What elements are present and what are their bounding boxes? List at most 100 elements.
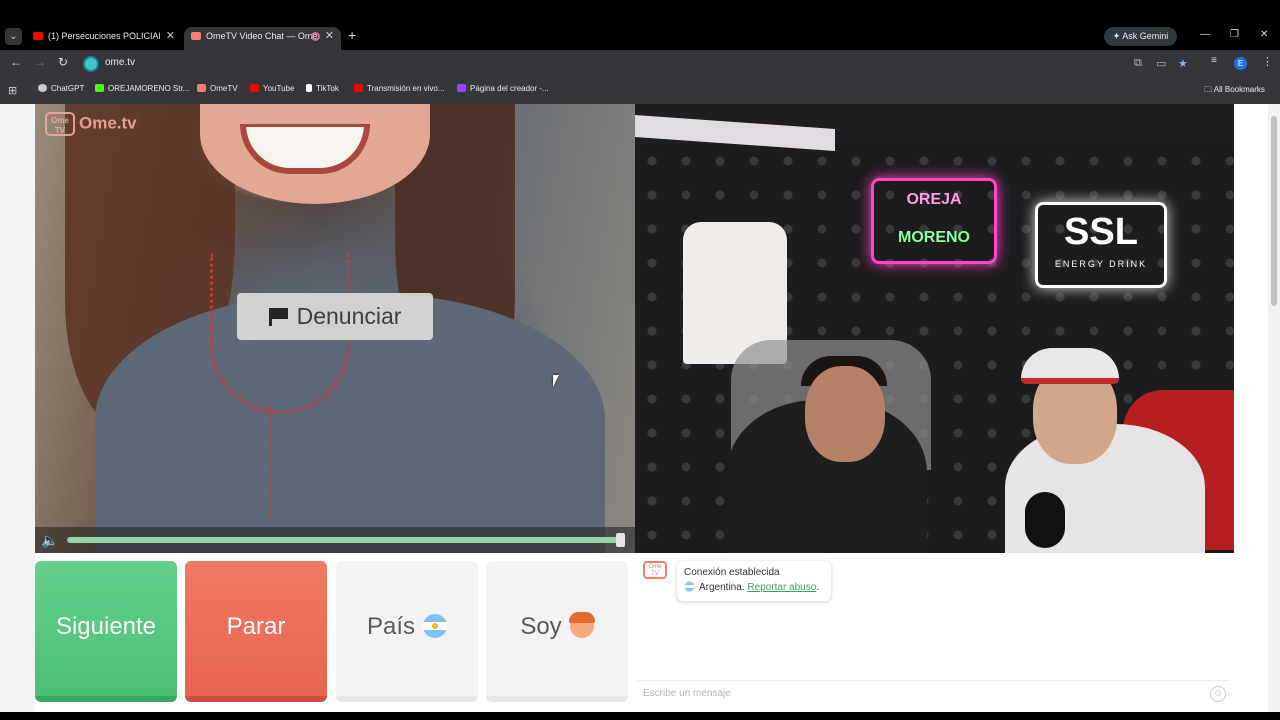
browser-menu-icon[interactable]: ⋮	[1262, 55, 1273, 68]
stop-button[interactable]: Parar	[185, 561, 327, 702]
translate-icon[interactable]: ⧉	[1134, 57, 1142, 70]
self-camera-video: OREJA MORENO SSL ENERGY DRINK	[635, 104, 1234, 553]
bookmark-ometv[interactable]: OmeTV	[197, 84, 238, 93]
video-scene-shape	[269, 404, 272, 514]
ometv-chat-logo: Ome TV	[643, 561, 667, 579]
youtube-icon	[354, 84, 363, 92]
report-abuse-link[interactable]: Reportar abuso	[747, 582, 816, 593]
site-info-icon[interactable]	[83, 56, 99, 72]
back-icon[interactable]: ←	[10, 55, 22, 69]
scrollbar-thumb[interactable]	[1271, 116, 1277, 306]
tab-search-button[interactable]: ⌄	[5, 28, 22, 45]
forward-icon[interactable]: →	[34, 55, 46, 69]
stranger-country: Argentina.	[699, 582, 745, 593]
bookmark-label: OmeTV	[210, 84, 238, 93]
apps-grid-icon[interactable]: ⊞	[8, 84, 17, 97]
report-button-label: Denunciar	[296, 303, 402, 329]
bookmark-label: ChatGPT	[51, 84, 85, 93]
message-input[interactable]	[637, 680, 1229, 706]
argentina-flag-icon	[423, 614, 448, 638]
bookmark-transmision[interactable]: Transmisión en vivo...	[354, 84, 445, 93]
browser-toolbar: ← → ↻ ome.tv ⧉ ▭ ★ ≡ E ⋮	[0, 50, 1280, 77]
page-gutter	[0, 104, 35, 720]
bookmark-creator-page[interactable]: Página del creador -...	[457, 84, 549, 93]
neon-sign-orejamoreno: OREJA MORENO	[871, 178, 997, 264]
page-scrollbar[interactable]	[1268, 104, 1280, 720]
stranger-country-line: Argentina. Reportar abuso.	[684, 580, 824, 595]
connection-status: Conexión establecida	[684, 567, 780, 578]
country-button-label: País	[366, 613, 416, 640]
bookmark-star-icon[interactable]: ★	[1178, 57, 1188, 70]
tab-title: OmeTV Video Chat — Ome	[206, 31, 318, 41]
stop-button-label: Parar	[226, 613, 286, 640]
media-controls-icon[interactable]: ≡	[1211, 55, 1217, 66]
boy-icon	[568, 612, 595, 638]
report-button[interactable]: Denunciar	[237, 293, 433, 340]
ometv-watermark-logo: Ome TV Ome.tv	[45, 112, 137, 136]
country-filter-button[interactable]: País	[336, 561, 478, 702]
kick-icon	[95, 84, 104, 92]
recording-indicator-icon	[311, 32, 320, 41]
argentina-flag-icon	[684, 581, 695, 592]
system-message-bubble: Conexión establecida Argentina. Reportar…	[677, 561, 831, 601]
ometv-icon	[197, 84, 206, 92]
video-scene-shape	[1021, 348, 1119, 384]
ometv-logo-text: Ome.tv	[79, 113, 137, 133]
close-tab-icon[interactable]: ✕	[166, 27, 175, 46]
chat-panel: Ome TV Conexión establecida Argentina. R…	[635, 553, 1234, 720]
emoji-icon[interactable]: ☺	[1210, 686, 1226, 702]
bookmark-youtube[interactable]: YouTube	[250, 84, 294, 93]
flag-icon	[268, 308, 289, 326]
all-bookmarks-button[interactable]: 🗀 All Bookmarks	[1204, 84, 1265, 98]
close-tab-icon[interactable]: ✕	[325, 27, 334, 46]
window-bottom-edge	[0, 712, 1280, 720]
neon-sign-text: MORENO	[898, 229, 970, 246]
restore-icon[interactable]: ❐	[1230, 29, 1239, 40]
tab-title: (1) Persecuciones POLICIALES q	[48, 31, 160, 41]
bookmark-label: TikTok	[316, 84, 339, 93]
gender-button-label: Soy	[520, 613, 562, 640]
ask-gemini-button[interactable]: ✦ Ask Gemini	[1104, 27, 1177, 46]
report-abuse-suffix: .	[816, 582, 820, 593]
ask-gemini-label: Ask Gemini	[1122, 31, 1169, 41]
folder-icon: 🗀	[1204, 85, 1214, 94]
stranger-video: Ome TV Ome.tv Denunciar 🔈	[35, 104, 635, 553]
tab-youtube[interactable]: (1) Persecuciones POLICIALES q ✕	[26, 27, 182, 50]
bookmark-label: Página del creador -...	[470, 84, 549, 93]
close-window-icon[interactable]: ✕	[1260, 29, 1268, 40]
ometv-page: Ome TV Ome.tv Denunciar 🔈 OREJA MORENO SS…	[0, 104, 1280, 720]
neon-sign-energy-drink: SSL ENERGY DRINK	[1035, 202, 1167, 288]
video-scene-shape	[1025, 492, 1065, 548]
new-tab-button[interactable]: +	[348, 27, 356, 43]
youtube-icon	[33, 32, 43, 40]
browser-tab-strip: ⌄ (1) Persecuciones POLICIALES q ✕ OmeTV…	[0, 0, 1280, 50]
gender-select-button[interactable]: Soy	[486, 561, 628, 702]
minimize-icon[interactable]: —	[1200, 29, 1210, 40]
bookmark-tiktok[interactable]: TikTok	[306, 84, 339, 93]
ometv-icon	[191, 32, 201, 40]
tab-ometv[interactable]: OmeTV Video Chat — Ome ✕	[184, 27, 341, 50]
bookmark-label: Transmisión en vivo...	[367, 84, 445, 93]
bookmark-label: OREJAMORENO Str...	[108, 84, 190, 93]
twitch-icon	[457, 84, 466, 92]
volume-slider-handle[interactable]	[616, 533, 625, 547]
volume-bar: 🔈	[35, 527, 635, 553]
speaker-icon[interactable]: 🔈	[41, 532, 58, 549]
volume-slider-track[interactable]	[67, 537, 623, 543]
bookmark-orejamoreno[interactable]: OREJAMORENO Str...	[95, 84, 189, 93]
video-scene-shape	[805, 366, 885, 462]
bookmark-label: YouTube	[263, 84, 295, 93]
neon-sign-text: SSL	[1064, 211, 1138, 253]
mouse-cursor-icon	[553, 375, 559, 387]
neon-sign-text: ENERGY DRINK	[1054, 259, 1148, 269]
chatgpt-icon	[38, 84, 47, 92]
bookmark-chatgpt[interactable]: ChatGPT	[38, 84, 84, 93]
neon-sign-text: OREJA	[906, 191, 962, 208]
reload-icon[interactable]: ↻	[58, 55, 68, 69]
tiktok-icon	[306, 84, 312, 92]
profile-avatar[interactable]: E	[1234, 57, 1247, 70]
next-button-label: Siguiente	[55, 613, 157, 640]
address-bar[interactable]: ome.tv ⧉ ▭ ★	[79, 53, 1199, 75]
next-button[interactable]: Siguiente	[35, 561, 177, 702]
cast-icon[interactable]: ▭	[1156, 57, 1166, 70]
